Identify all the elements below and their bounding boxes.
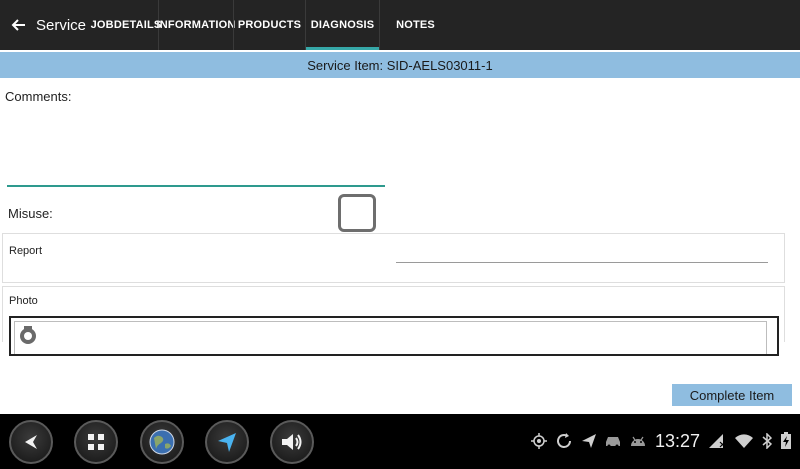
action-bar: Service JOBDETAILS INFORMATION PRODUCTS … [0, 0, 800, 50]
comments-label: Comments: [5, 89, 72, 104]
photo-label: Photo [9, 295, 38, 307]
photo-panel: Photo [2, 286, 785, 356]
android-icon [630, 436, 645, 446]
navigation-icon [581, 434, 596, 448]
car-icon [605, 437, 620, 448]
app-title: Service [36, 16, 87, 34]
globe-button[interactable] [140, 420, 184, 464]
status-area: 13:27 [530, 428, 792, 454]
report-input[interactable] [396, 240, 768, 262]
navigation-button[interactable] [205, 420, 249, 464]
comments-underline [7, 185, 385, 187]
apps-button[interactable] [74, 420, 118, 464]
photo-dropzone[interactable] [9, 316, 779, 356]
tab-information[interactable]: INFORMATION [157, 0, 235, 50]
tab-jobdetails[interactable]: JOBDETAILS [91, 0, 162, 50]
clock: 13:27 [654, 430, 700, 451]
comments-input[interactable] [7, 110, 385, 184]
misuse-label: Misuse: [8, 206, 53, 221]
photo-frame [14, 321, 767, 354]
tab-notes[interactable]: NOTES [379, 0, 451, 50]
navigation-arrow-icon [218, 433, 236, 452]
back-icon [25, 435, 37, 449]
tab-products[interactable]: PRODUCTS [233, 0, 305, 50]
back-button[interactable] [0, 0, 36, 50]
report-panel: Report [2, 233, 785, 283]
battery-charging-icon [781, 432, 791, 449]
gps-icon [530, 433, 547, 449]
no-sim-icon [709, 434, 726, 448]
report-label: Report [9, 245, 43, 257]
globe-icon [149, 429, 175, 455]
bluetooth-icon [762, 433, 772, 449]
report-underline [396, 262, 768, 263]
complete-item-button[interactable]: Complete Item [672, 384, 792, 406]
misuse-checkbox[interactable] [338, 194, 376, 232]
tab-diagnosis[interactable]: DIAGNOSIS [305, 0, 380, 50]
volume-button[interactable] [270, 420, 314, 464]
back-arrow-icon [11, 19, 25, 31]
apps-grid-icon [88, 434, 104, 450]
sync-icon [557, 433, 571, 448]
back-nav-button[interactable] [9, 420, 53, 464]
volume-icon [282, 434, 302, 450]
system-bar: 13:27 [0, 414, 800, 469]
service-item-header: Service Item: SID-AELS03011-1 [0, 52, 800, 78]
wifi-icon [735, 434, 753, 448]
camera-icon[interactable] [17, 326, 39, 344]
